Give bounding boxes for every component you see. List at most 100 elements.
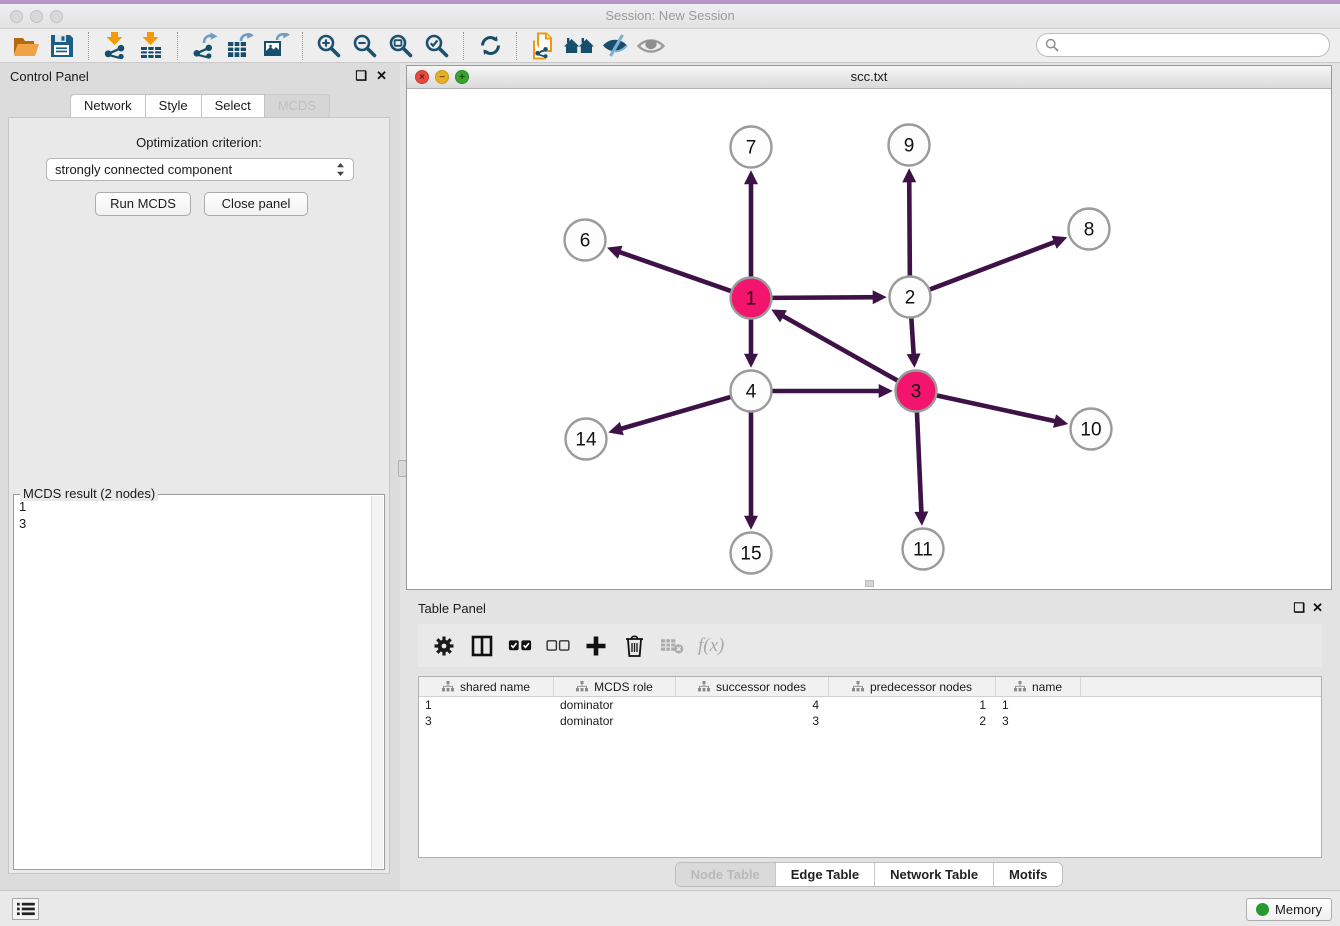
tab-network-table[interactable]: Network Table bbox=[874, 863, 993, 886]
network-canvas[interactable]: 7968124314101511 bbox=[407, 89, 1331, 589]
edge-1-2[interactable] bbox=[769, 297, 882, 298]
search-input[interactable] bbox=[1064, 37, 1329, 54]
search-icon bbox=[1045, 38, 1059, 52]
table-row[interactable]: 3dominator323 bbox=[419, 713, 1321, 729]
toolbar-separator bbox=[302, 32, 303, 60]
tab-mcds[interactable]: MCDS bbox=[265, 94, 330, 118]
column-header-predecessor-nodes[interactable]: predecessor nodes bbox=[829, 677, 996, 696]
deselect-all-icon[interactable] bbox=[546, 638, 570, 653]
export-table-icon[interactable] bbox=[222, 31, 258, 61]
window-zoom-button[interactable] bbox=[50, 10, 63, 23]
table-settings-icon[interactable] bbox=[432, 635, 456, 657]
mcds-result-box: MCDS result (2 nodes) 1 3 bbox=[13, 494, 385, 870]
network-view-window: × − + scc.txt 7968124314101511 bbox=[406, 65, 1332, 590]
toolbar-separator bbox=[516, 32, 517, 60]
task-history-button[interactable] bbox=[12, 898, 39, 920]
save-session-icon[interactable] bbox=[44, 31, 80, 61]
zoom-selected-icon[interactable] bbox=[419, 31, 455, 61]
tab-node-table[interactable]: Node Table bbox=[676, 863, 775, 886]
memory-label: Memory bbox=[1275, 902, 1322, 917]
control-panel-header: Control Panel ❑ ✕ bbox=[0, 63, 400, 89]
table-cell[interactable]: 1 bbox=[829, 697, 996, 713]
import-network-icon[interactable] bbox=[97, 31, 133, 61]
table-cell[interactable]: 1 bbox=[419, 697, 554, 713]
close-panel-button[interactable]: Close panel bbox=[204, 192, 308, 216]
zoom-fit-icon[interactable] bbox=[383, 31, 419, 61]
add-column-icon[interactable] bbox=[584, 635, 608, 657]
refresh-layout-icon[interactable] bbox=[472, 31, 508, 61]
node-table[interactable]: shared nameMCDS role successor nodes prede… bbox=[418, 676, 1322, 858]
table-cell[interactable]: 3 bbox=[996, 713, 1081, 729]
edge-2-9[interactable] bbox=[909, 172, 910, 278]
network-canvas-svg[interactable]: 7968124314101511 bbox=[407, 89, 1331, 589]
table-float-icon[interactable]: ❑ bbox=[1293, 600, 1305, 616]
edge-3-11[interactable] bbox=[917, 409, 922, 521]
network-window-titlebar[interactable]: × − + scc.txt bbox=[407, 66, 1331, 89]
network-scroll-grip[interactable] bbox=[865, 580, 874, 587]
edge-3-1[interactable] bbox=[775, 312, 900, 382]
edge-2-8[interactable] bbox=[927, 239, 1063, 291]
import-table-icon[interactable] bbox=[133, 31, 169, 61]
memory-button[interactable]: Memory bbox=[1246, 898, 1332, 921]
hide-selected-icon[interactable] bbox=[597, 31, 633, 61]
table-row[interactable]: 1dominator411 bbox=[419, 697, 1321, 713]
column-header-successor-nodes[interactable]: successor nodes bbox=[676, 677, 829, 696]
tab-select[interactable]: Select bbox=[202, 94, 265, 118]
select-all-icon[interactable] bbox=[508, 638, 532, 653]
window-close-button[interactable] bbox=[10, 10, 23, 23]
zoom-out-icon[interactable] bbox=[347, 31, 383, 61]
table-toolbar: f(x) bbox=[418, 624, 1322, 667]
function-builder-icon[interactable]: f(x) bbox=[698, 635, 724, 657]
titlebar[interactable]: Session: New Session bbox=[0, 4, 1340, 29]
edge-3-10[interactable] bbox=[934, 395, 1064, 423]
table-cell[interactable]: 3 bbox=[419, 713, 554, 729]
attribute-tree-icon bbox=[698, 681, 710, 692]
open-session-icon[interactable] bbox=[8, 31, 44, 61]
tab-style[interactable]: Style bbox=[146, 94, 202, 118]
tab-edge-table[interactable]: Edge Table bbox=[775, 863, 874, 886]
export-image-icon[interactable] bbox=[258, 31, 294, 61]
duplicate-network-icon[interactable] bbox=[525, 31, 561, 61]
net-minimize-icon[interactable]: − bbox=[435, 70, 449, 84]
column-header-MCDS-role[interactable]: MCDS role bbox=[554, 677, 676, 696]
toolbar-separator bbox=[177, 32, 178, 60]
node-label-9: 9 bbox=[904, 136, 915, 157]
criterion-select[interactable]: strongly connected component bbox=[46, 158, 354, 181]
table-panel-title: Table Panel bbox=[418, 601, 486, 616]
column-header-label: successor nodes bbox=[716, 680, 806, 694]
delete-column-icon[interactable] bbox=[622, 634, 646, 657]
delete-table-icon[interactable] bbox=[660, 636, 684, 655]
optimization-criterion-label: Optimization criterion: bbox=[9, 135, 389, 150]
control-panel-tabs: Network Style Select MCDS bbox=[0, 94, 400, 118]
run-mcds-button[interactable]: Run MCDS bbox=[95, 192, 191, 216]
table-cell[interactable]: dominator bbox=[554, 713, 676, 729]
edge-1-6[interactable] bbox=[611, 249, 734, 292]
table-cell[interactable]: 1 bbox=[996, 697, 1081, 713]
column-header-shared-name[interactable]: shared name bbox=[419, 677, 554, 696]
show-columns-icon[interactable] bbox=[470, 635, 494, 657]
edge-2-3[interactable] bbox=[911, 315, 914, 363]
export-network-icon[interactable] bbox=[186, 31, 222, 61]
float-panel-icon[interactable]: ❑ bbox=[355, 68, 367, 84]
tab-motifs[interactable]: Motifs bbox=[993, 863, 1062, 886]
zoom-in-icon[interactable] bbox=[311, 31, 347, 61]
node-label-6: 6 bbox=[580, 231, 591, 252]
edge-4-14[interactable] bbox=[612, 396, 733, 431]
show-hidden-icon[interactable] bbox=[633, 31, 669, 61]
close-panel-icon[interactable]: ✕ bbox=[376, 68, 387, 84]
window-minimize-button[interactable] bbox=[30, 10, 43, 23]
attribute-tree-icon bbox=[852, 681, 864, 692]
attribute-tree-icon bbox=[576, 681, 588, 692]
table-cell[interactable]: 2 bbox=[829, 713, 996, 729]
column-header-name[interactable]: name bbox=[996, 677, 1081, 696]
net-close-icon[interactable]: × bbox=[415, 70, 429, 84]
table-cell[interactable]: dominator bbox=[554, 697, 676, 713]
net-maximize-icon[interactable]: + bbox=[455, 70, 469, 84]
search-field[interactable] bbox=[1036, 33, 1330, 57]
result-scrollbar[interactable] bbox=[371, 496, 383, 868]
table-cell[interactable]: 3 bbox=[676, 713, 829, 729]
table-close-icon[interactable]: ✕ bbox=[1312, 600, 1323, 616]
table-cell[interactable]: 4 bbox=[676, 697, 829, 713]
first-neighbors-icon[interactable] bbox=[561, 31, 597, 61]
tab-network[interactable]: Network bbox=[70, 94, 146, 118]
